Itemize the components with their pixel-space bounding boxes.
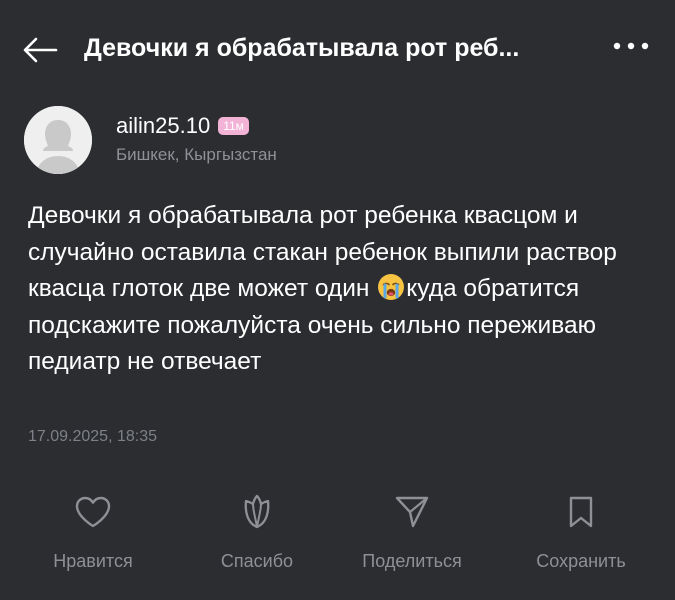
send-icon bbox=[392, 492, 432, 532]
thanks-button[interactable]: Спасибо bbox=[182, 488, 332, 588]
save-label: Сохранить bbox=[536, 551, 626, 571]
more-options-icon[interactable] bbox=[609, 32, 653, 60]
save-button[interactable]: Сохранить bbox=[506, 488, 656, 588]
thanks-label: Спасибо bbox=[220, 551, 294, 571]
avatar[interactable] bbox=[24, 106, 92, 174]
back-arrow-icon[interactable] bbox=[20, 32, 60, 68]
username[interactable]: ailin25.10 bbox=[116, 112, 210, 140]
top-bar: Девочки я обрабатывала рот реб... bbox=[0, 0, 675, 100]
bookmark-icon bbox=[561, 492, 601, 532]
author-block[interactable]: ailin25.10 11м Бишкек, Кыргызстан bbox=[24, 104, 644, 174]
share-button[interactable]: Поделиться bbox=[337, 488, 487, 588]
age-badge: 11м bbox=[218, 117, 249, 135]
action-bar: Нравится Спасибо Поделиться Сохранить bbox=[0, 488, 675, 588]
like-label: Нравится bbox=[53, 551, 133, 571]
page-title: Девочки я обрабатывала рот реб... bbox=[84, 34, 520, 62]
like-button[interactable]: Нравится bbox=[18, 488, 168, 588]
post-timestamp: 17.09.2025, 18:35 bbox=[28, 428, 158, 445]
share-label: Поделиться bbox=[362, 551, 462, 571]
tulip-icon bbox=[237, 492, 277, 532]
crying-face-emoji-icon bbox=[377, 273, 405, 301]
user-location: Бишкек, Кыргызстан bbox=[116, 145, 277, 164]
heart-icon bbox=[73, 492, 113, 532]
post-body: Девочки я обрабатывала рот ребенка квасц… bbox=[28, 198, 648, 381]
